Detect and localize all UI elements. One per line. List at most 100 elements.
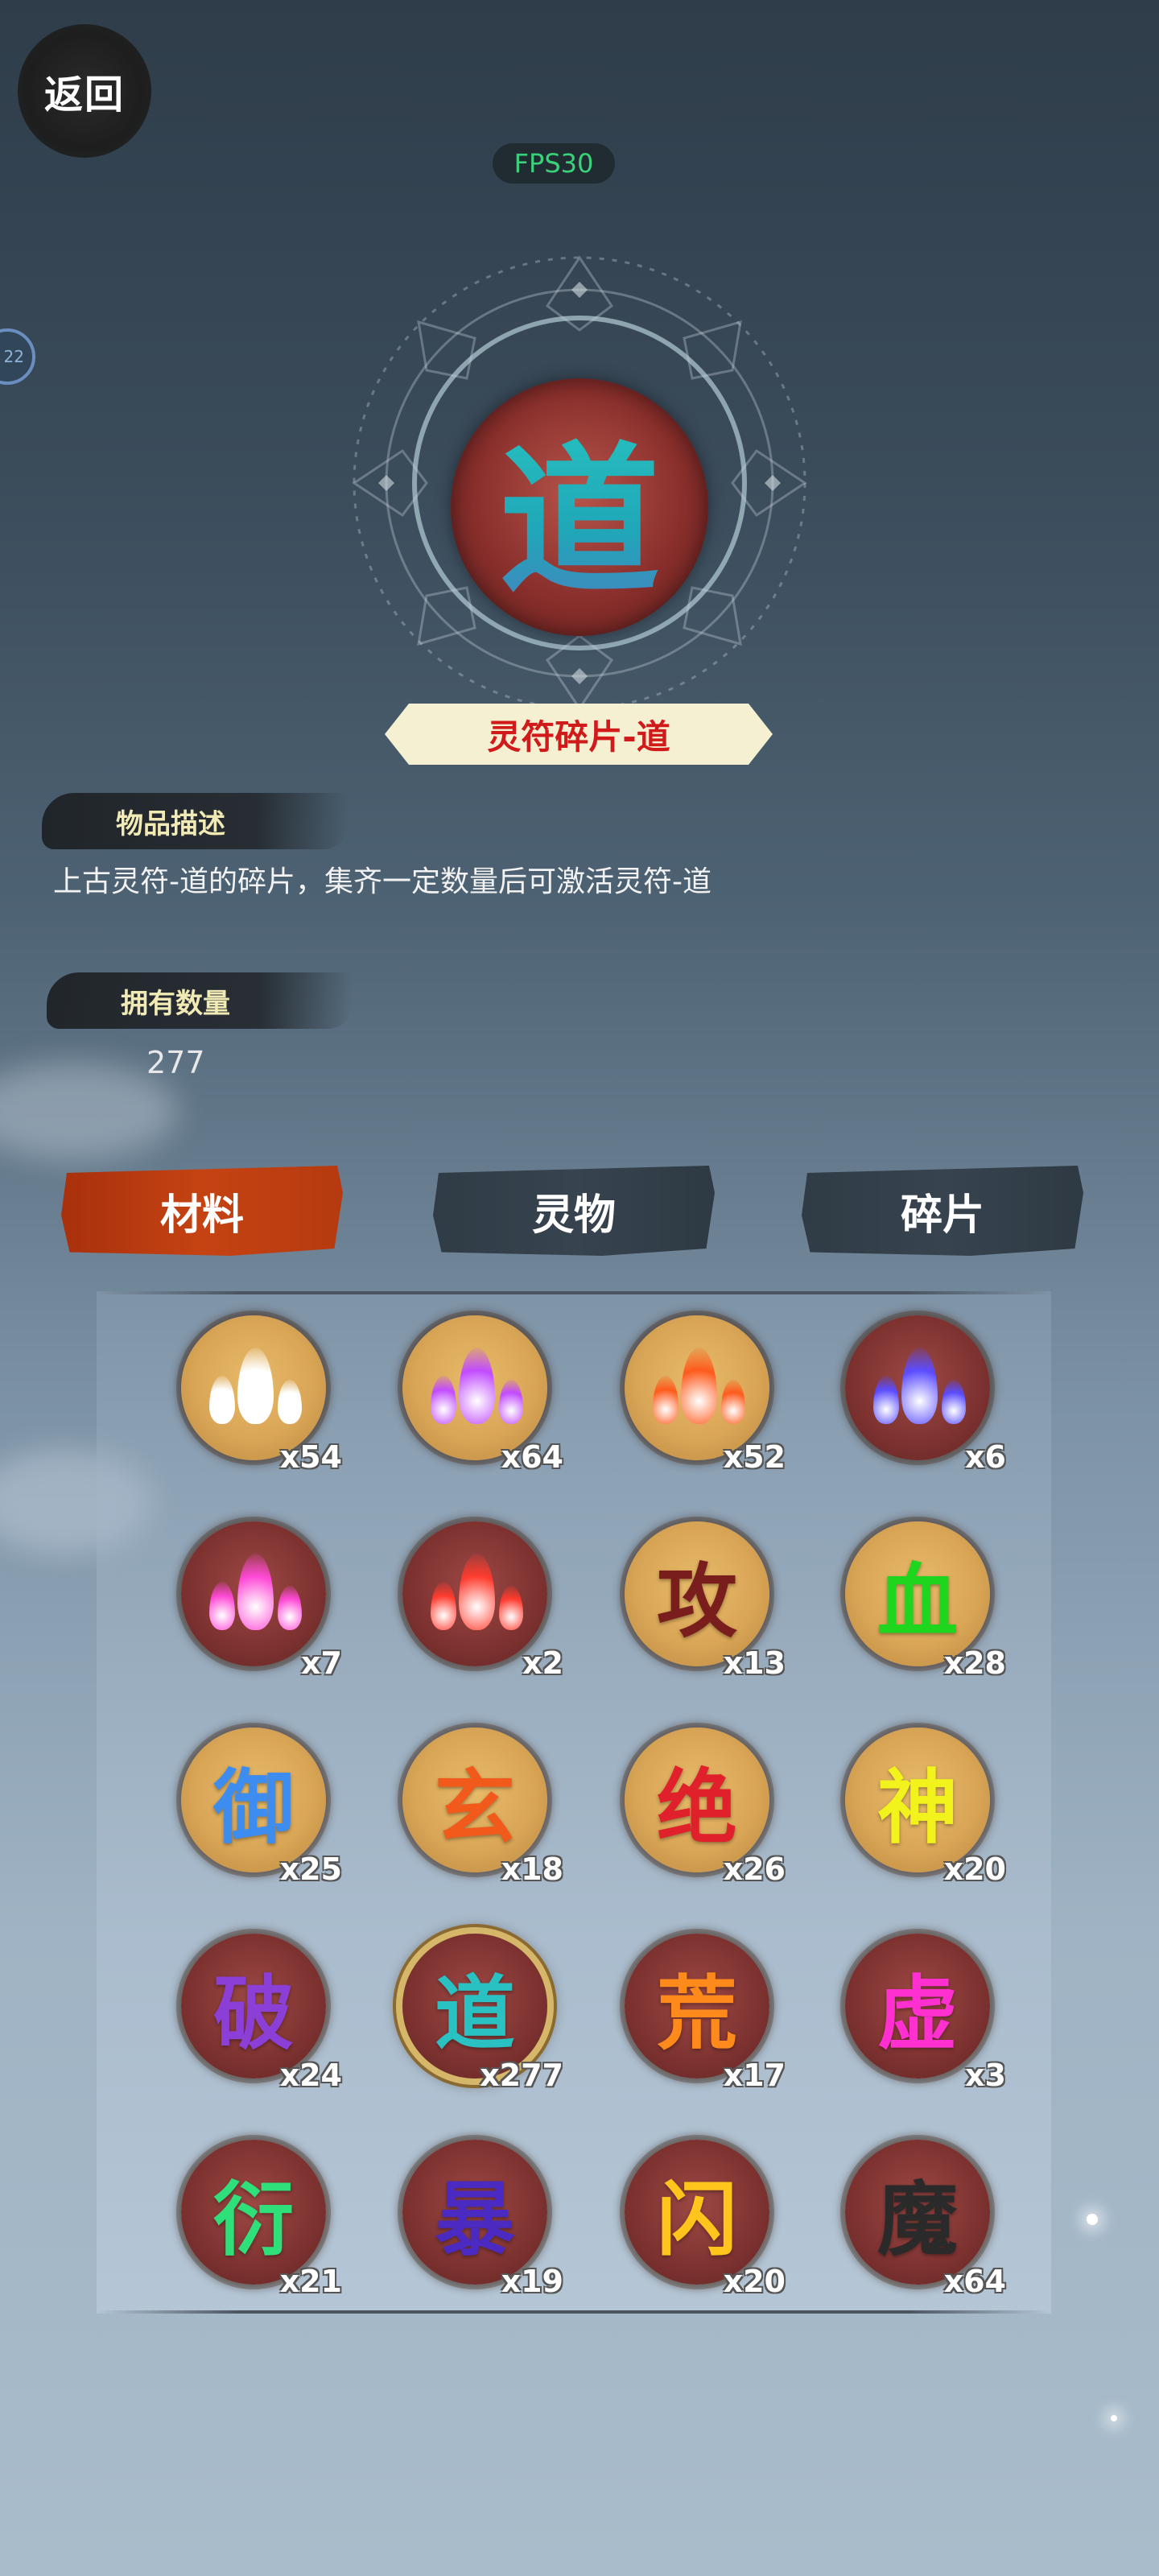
inventory-slot[interactable]: 荒 x17 [617, 1926, 786, 2095]
item-quantity: x3 [965, 2058, 1006, 2093]
inventory-slot[interactable]: x52 [617, 1307, 786, 1476]
item-name-plate: 灵符碎片-道 [385, 704, 773, 765]
item-coin: 玄 [402, 1728, 547, 1872]
flame-shape [681, 1348, 717, 1424]
tab-spirit-items[interactable]: 灵物 [433, 1166, 715, 1256]
item-quantity: x54 [279, 1439, 342, 1475]
item-glyph: 衍 [213, 2171, 294, 2267]
blue-flame-icon [865, 1335, 970, 1440]
inventory-slot[interactable]: 破 x24 [173, 1926, 342, 2095]
item-coin: 道 [402, 1934, 547, 2079]
inventory-slot[interactable]: 御 x25 [173, 1719, 342, 1889]
item-coin [402, 1315, 547, 1460]
flame-shape [653, 1376, 678, 1424]
inventory-slot[interactable]: 虚 x3 [837, 1926, 1006, 2095]
item-quantity: x64 [943, 2264, 1006, 2299]
item-quantity: x28 [943, 1645, 1006, 1681]
item-coin [181, 1315, 326, 1460]
red-flame-icon [423, 1542, 527, 1646]
item-glyph: 绝 [657, 1759, 737, 1855]
item-glyph: 玄 [435, 1759, 515, 1855]
flame-shape [209, 1582, 235, 1630]
item-coin: 御 [181, 1728, 326, 1872]
item-quantity: x13 [723, 1645, 786, 1681]
item-quantity: x20 [723, 2264, 786, 2299]
purple-flame-icon [423, 1335, 527, 1440]
item-emblem: 道 [451, 378, 708, 636]
inventory-slot[interactable]: 神 x20 [837, 1719, 1006, 1889]
item-coin: 攻 [625, 1521, 769, 1666]
item-coin: 绝 [625, 1728, 769, 1872]
back-button[interactable]: 返回 [18, 24, 151, 158]
white-flame-icon [201, 1335, 306, 1440]
flame-shape [278, 1380, 302, 1424]
tab-materials[interactable]: 材料 [61, 1166, 343, 1256]
inventory-slot[interactable]: x7 [173, 1513, 342, 1682]
item-coin [181, 1521, 326, 1666]
panel-divider-bottom [97, 2310, 1051, 2314]
fps-counter: FPS30 [493, 143, 615, 184]
item-coin: 衍 [181, 2140, 326, 2285]
item-coin: 神 [845, 1728, 990, 1872]
inventory-slot[interactable]: 闪 x20 [617, 2132, 786, 2301]
emblem-glyph: 道 [499, 390, 660, 624]
item-coin [625, 1315, 769, 1460]
flame-shape [431, 1582, 456, 1630]
inventory-slot[interactable]: x6 [837, 1307, 1006, 1476]
item-count: 277 [146, 1045, 205, 1080]
item-description: 上古灵符-道的碎片，集齐一定数量后可激活灵符-道 [53, 865, 711, 898]
item-coin: 荒 [625, 1934, 769, 2079]
orange-flame-icon [645, 1335, 749, 1440]
item-quantity: x17 [723, 2058, 786, 2093]
item-glyph: 暴 [435, 2171, 515, 2267]
flame-shape [431, 1376, 456, 1424]
item-coin: 暴 [402, 2140, 547, 2285]
background-star [1111, 2415, 1117, 2421]
side-level-badge[interactable]: 22 [0, 328, 35, 385]
count-title: 拥有数量 [47, 972, 353, 1029]
flame-shape [942, 1380, 966, 1424]
description-title: 物品描述 [42, 793, 348, 849]
inventory-slot[interactable]: 血 x28 [837, 1513, 1006, 1682]
flame-shape [499, 1586, 523, 1630]
item-quantity: x6 [965, 1439, 1006, 1475]
inventory-slot[interactable]: 魔 x64 [837, 2132, 1006, 2301]
item-coin: 虚 [845, 1934, 990, 2079]
inventory-slot[interactable]: 衍 x21 [173, 2132, 342, 2301]
item-glyph: 神 [877, 1759, 958, 1855]
item-glyph: 攻 [657, 1553, 737, 1649]
inventory-slot[interactable]: x2 [394, 1513, 563, 1682]
item-glyph: 闪 [657, 2171, 737, 2267]
item-glyph: 魔 [877, 2171, 958, 2267]
flame-shape [873, 1376, 899, 1424]
item-coin: 闪 [625, 2140, 769, 2285]
inventory-slot[interactable]: 暴 x19 [394, 2132, 563, 2301]
tab-fragments[interactable]: 碎片 [802, 1166, 1083, 1256]
item-quantity: x52 [723, 1439, 786, 1475]
item-glyph: 道 [435, 1965, 515, 2061]
inventory-slot[interactable]: x54 [173, 1307, 342, 1476]
flame-shape [209, 1376, 235, 1424]
item-coin: 血 [845, 1521, 990, 1666]
item-glyph: 御 [213, 1759, 294, 1855]
flame-shape [459, 1554, 495, 1630]
item-quantity: x26 [723, 1852, 786, 1887]
inventory-slot[interactable]: 玄 x18 [394, 1719, 563, 1889]
background-star [1087, 2214, 1098, 2225]
item-quantity: x19 [501, 2264, 563, 2299]
inventory-slot[interactable]: 绝 x26 [617, 1719, 786, 1889]
count-title-text: 拥有数量 [121, 987, 230, 1020]
item-quantity: x24 [279, 2058, 342, 2093]
item-glyph: 虚 [877, 1965, 958, 2061]
flame-shape [459, 1348, 495, 1424]
inventory-slot[interactable]: 攻 x13 [617, 1513, 786, 1682]
item-quantity: x21 [279, 2264, 342, 2299]
panel-divider-top [97, 1291, 1051, 1294]
item-coin: 魔 [845, 2140, 990, 2285]
item-quantity: x25 [279, 1852, 342, 1887]
item-coin [402, 1521, 547, 1666]
inventory-slot[interactable]: 道 x277 [394, 1926, 563, 2095]
flame-shape [721, 1380, 745, 1424]
inventory-slot[interactable]: x64 [394, 1307, 563, 1476]
flame-shape [237, 1554, 274, 1630]
